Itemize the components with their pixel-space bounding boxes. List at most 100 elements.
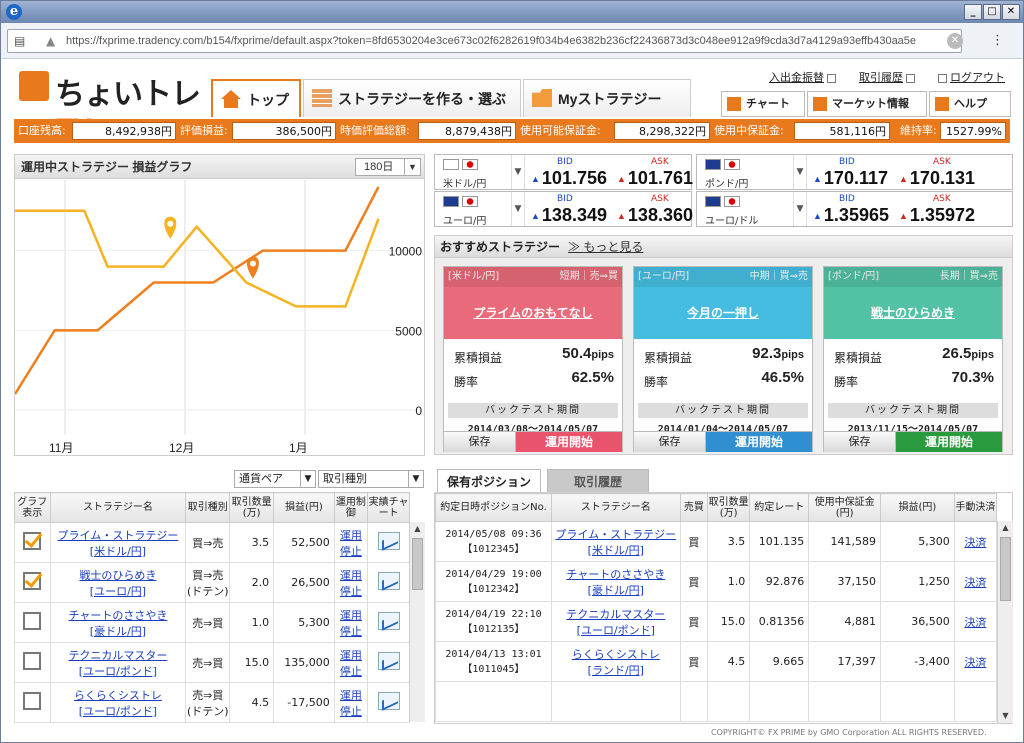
ask-price[interactable]: ▲ 170.131 bbox=[899, 168, 975, 189]
more-link[interactable]: ≫ もっと見る bbox=[568, 240, 643, 254]
tab-strategy-create[interactable]: ストラテジーを作る・選ぶ bbox=[303, 79, 521, 117]
scroll-up-icon[interactable]: ▲ bbox=[998, 521, 1013, 535]
strategy-link[interactable]: テクニカルマスター [ユーロ/ポンド] bbox=[68, 649, 167, 678]
start-button[interactable]: 運用開始 bbox=[516, 431, 622, 452]
col-header[interactable]: 使用中保証金(円) bbox=[808, 493, 881, 522]
performance-chart-icon[interactable] bbox=[377, 652, 400, 670]
strategy-link[interactable]: プライム・ストラテジー [米ドル/円] bbox=[555, 528, 676, 557]
chart-button[interactable]: チャート bbox=[721, 91, 805, 117]
bid-price[interactable]: ▲ 170.117 bbox=[813, 168, 888, 189]
scroll-thumb[interactable] bbox=[1000, 537, 1011, 601]
col-header[interactable]: 取引種別 bbox=[185, 492, 231, 523]
col-header[interactable]: グラフ表示 bbox=[14, 492, 51, 523]
rate-1[interactable]: ポンド/円 ▼ BID ASK ▲ 170.117 ▲ 170.131 bbox=[696, 154, 1013, 190]
menu-icon[interactable]: ⋮ bbox=[991, 33, 1004, 48]
col-header[interactable]: 損益(円) bbox=[273, 492, 335, 523]
strategy-link[interactable]: らくらくシストレ [ユーロ/ポンド] bbox=[74, 689, 162, 718]
tab-top[interactable]: トップ bbox=[211, 79, 301, 117]
rate-2[interactable]: ユーロ/円 ▼ BID ASK ▲ 138.349 ▲ 138.360 bbox=[434, 191, 693, 227]
col-header[interactable]: 約定レート bbox=[749, 493, 810, 522]
scroll-thumb[interactable] bbox=[412, 538, 423, 590]
stop-link[interactable]: 運用 停止 bbox=[340, 649, 362, 678]
bid-price[interactable]: ▲ 101.756 bbox=[531, 168, 607, 189]
tab-trade-history[interactable]: 取引履歴 bbox=[547, 469, 649, 493]
graph-checkbox[interactable] bbox=[23, 652, 42, 670]
ask-price[interactable]: ▲ 138.360 bbox=[617, 205, 693, 226]
ask-price[interactable]: ▲ 101.761 bbox=[617, 168, 693, 189]
graph-checkbox[interactable] bbox=[23, 572, 42, 590]
help-button[interactable]: ヘルプ bbox=[929, 91, 1011, 117]
chevron-down-icon[interactable]: ▼ bbox=[793, 155, 807, 189]
strategy-link[interactable]: 戦士のひらめき [ユーロ/円] bbox=[79, 569, 156, 598]
col-header[interactable]: 損益(円) bbox=[879, 493, 955, 522]
pin-marker-0[interactable] bbox=[164, 216, 177, 239]
bid-price[interactable]: ▲ 1.35965 bbox=[813, 205, 889, 226]
chevron-down-icon[interactable]: ▼ bbox=[793, 192, 807, 226]
rate-3[interactable]: ユーロ/ドル ▼ BID ASK ▲ 1.35965 ▲ 1.35972 bbox=[696, 191, 1013, 227]
stop-link[interactable]: 運用 停止 bbox=[340, 689, 362, 718]
scroll-down-icon[interactable]: ▼ bbox=[998, 709, 1013, 723]
col-header[interactable]: ストラテジー名 bbox=[550, 493, 681, 522]
stop-link[interactable]: 運用 停止 bbox=[340, 609, 362, 638]
settle-link[interactable]: 決済 bbox=[964, 656, 986, 669]
strategy-link[interactable]: らくらくシストレ [ランド/円] bbox=[572, 648, 660, 677]
close-window-button[interactable]: ✕ bbox=[1002, 4, 1020, 20]
graph-checkbox[interactable] bbox=[23, 692, 42, 710]
market-info-button[interactable]: マーケット情報 bbox=[807, 91, 927, 117]
pair-filter-select[interactable]: 通貨ペア ▼ bbox=[234, 470, 316, 488]
right-scrollbar[interactable]: ▲ ▼ bbox=[997, 521, 1013, 723]
stop-link[interactable]: 運用 停止 bbox=[340, 529, 362, 558]
save-button[interactable]: 保存 bbox=[634, 431, 706, 452]
strategy-link[interactable]: テクニカルマスター [ユーロ/ポンド] bbox=[566, 608, 665, 637]
ask-price[interactable]: ▲ 1.35972 bbox=[899, 205, 975, 226]
period-select[interactable]: 180日 ▼ bbox=[355, 158, 421, 176]
type-filter-select[interactable]: 取引種別 ▼ bbox=[318, 470, 424, 488]
stop-link[interactable]: 運用 停止 bbox=[340, 569, 362, 598]
settle-link[interactable]: 決済 bbox=[964, 536, 986, 549]
start-button[interactable]: 運用開始 bbox=[706, 431, 812, 452]
bid-price[interactable]: ▲ 138.349 bbox=[531, 205, 607, 226]
deposit-link[interactable]: 入出金振替 bbox=[769, 69, 836, 85]
col-header[interactable]: 手動決済 bbox=[953, 493, 998, 522]
card-strategy-name[interactable]: 戦士のひらめき bbox=[824, 287, 1002, 339]
url-field[interactable]: ▤ ▲ https://fxprime.tradency.com/b154/fx… bbox=[7, 29, 963, 53]
performance-chart-icon[interactable] bbox=[377, 612, 400, 630]
chevron-down-icon[interactable]: ▼ bbox=[511, 192, 525, 226]
pin-marker-1[interactable] bbox=[246, 256, 259, 279]
col-header[interactable]: 取引数量(万) bbox=[707, 493, 751, 522]
tab-positions[interactable]: 保有ポジション bbox=[437, 469, 541, 493]
graph-checkbox[interactable] bbox=[23, 532, 42, 550]
graph-checkbox[interactable] bbox=[23, 612, 42, 630]
maximize-button[interactable]: □ bbox=[983, 4, 1001, 20]
strategy-link[interactable]: プライム・ストラテジー [米ドル/円] bbox=[58, 529, 179, 558]
performance-chart-icon[interactable] bbox=[377, 532, 400, 550]
performance-chart-icon[interactable] bbox=[377, 572, 400, 590]
tab-my-strategy[interactable]: Myストラテジー bbox=[523, 79, 691, 117]
save-button[interactable]: 保存 bbox=[824, 431, 896, 452]
settle-link[interactable]: 決済 bbox=[964, 576, 986, 589]
minimize-button[interactable]: _ bbox=[964, 4, 982, 20]
rate-0[interactable]: 米ドル/円 ▼ BID ASK ▲ 101.756 ▲ 101.761 bbox=[434, 154, 693, 190]
logo[interactable]: ちょいトレFX bbox=[15, 63, 205, 146]
col-header[interactable]: 取引数量(万) bbox=[229, 492, 275, 523]
card-strategy-name[interactable]: プライムのおもてなし bbox=[444, 287, 622, 339]
col-header[interactable]: 約定日時ポジションNo. bbox=[435, 493, 552, 522]
clear-url-icon[interactable]: ✕ bbox=[947, 33, 963, 49]
scroll-up-icon[interactable]: ▲ bbox=[410, 522, 425, 536]
performance-chart-icon[interactable] bbox=[377, 692, 400, 710]
start-button[interactable]: 運用開始 bbox=[896, 431, 1002, 452]
logout-link[interactable]: ログアウト bbox=[938, 69, 1005, 85]
history-link[interactable]: 取引履歴 bbox=[859, 69, 915, 85]
strategy-link[interactable]: チャートのささやき [豪ドル/円] bbox=[68, 609, 167, 638]
col-header[interactable]: 運用制御 bbox=[333, 492, 369, 523]
settle-link[interactable]: 決済 bbox=[964, 616, 986, 629]
strategy-table: グラフ表示 ストラテジー名 取引種別 取引数量(万) 損益(円) 運用制御 実績チャート プ… bbox=[14, 492, 410, 723]
card-strategy-name[interactable]: 今月の一押し bbox=[634, 287, 812, 339]
col-header[interactable]: 売買 bbox=[679, 493, 709, 522]
col-header[interactable]: ストラテジー名 bbox=[49, 492, 187, 523]
left-scrollbar[interactable]: ▲ bbox=[409, 522, 425, 722]
chevron-down-icon[interactable]: ▼ bbox=[511, 155, 525, 189]
save-button[interactable]: 保存 bbox=[444, 431, 516, 452]
strategy-link[interactable]: チャートのささやき [豪ドル/円] bbox=[566, 568, 665, 597]
col-header[interactable]: 実績チャート bbox=[367, 492, 410, 523]
